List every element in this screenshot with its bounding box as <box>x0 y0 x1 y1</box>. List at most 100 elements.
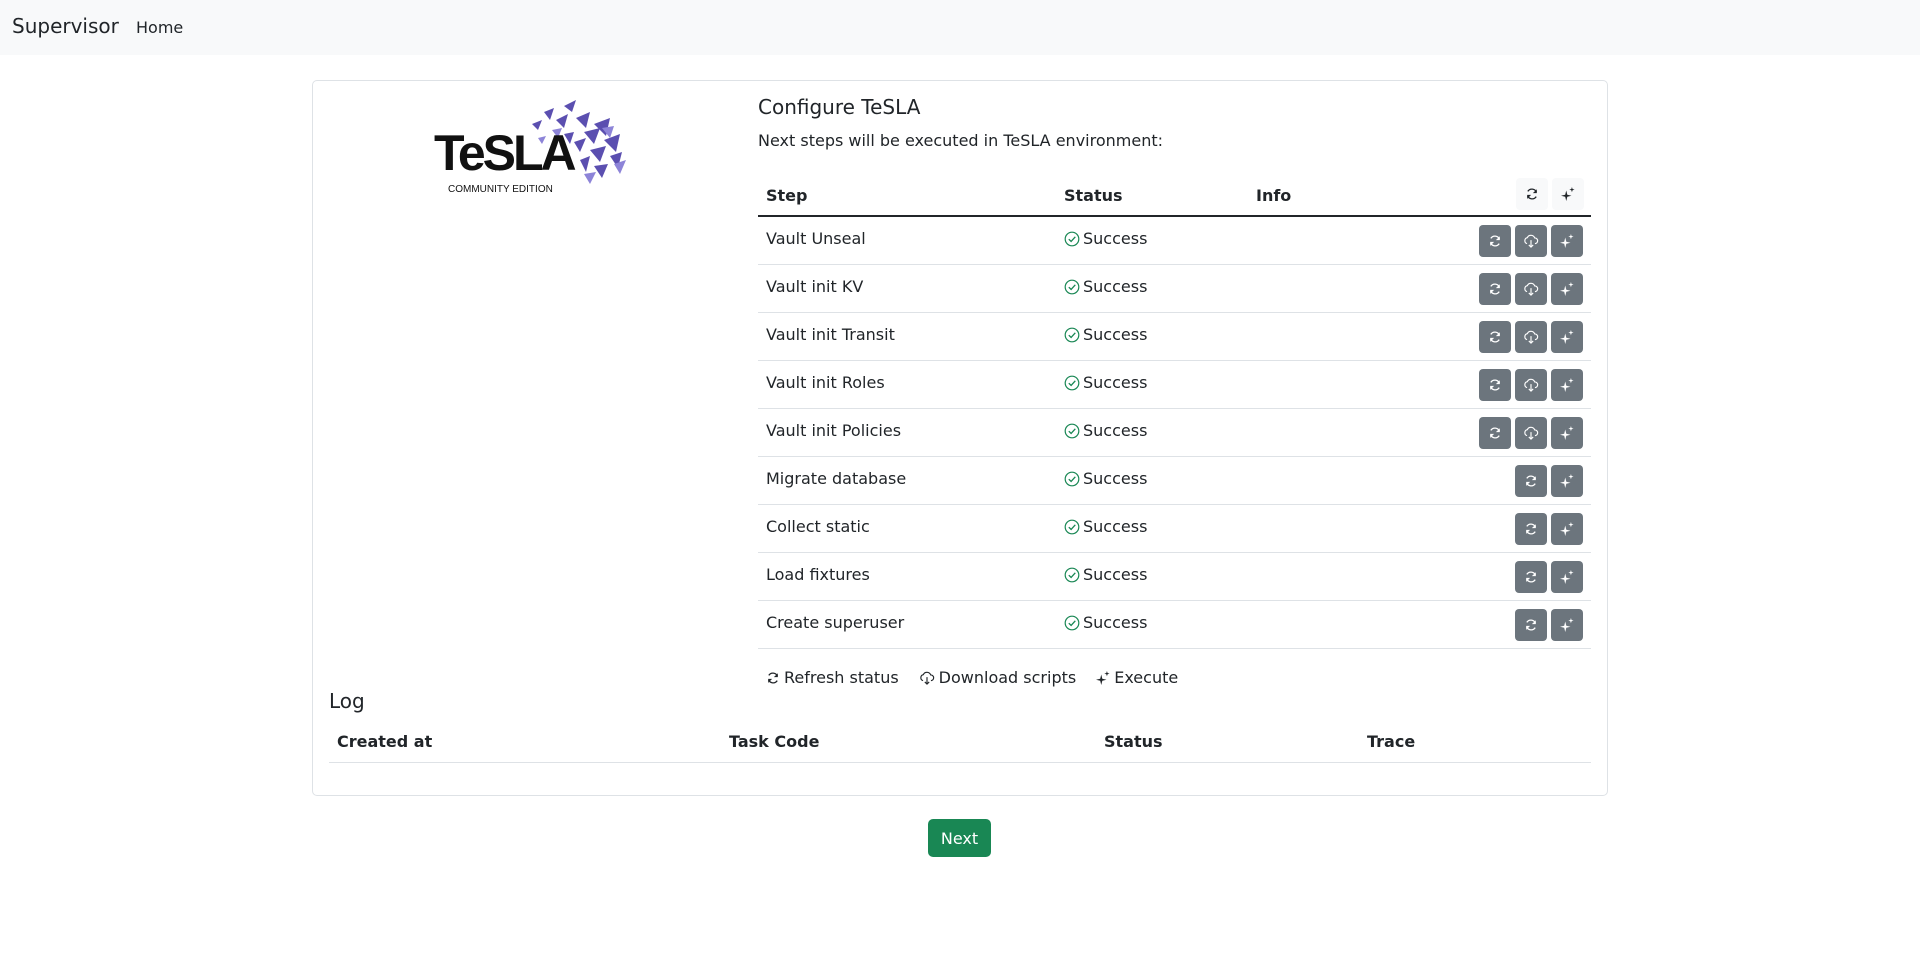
download-script-button[interactable] <box>1515 369 1547 401</box>
step-actions <box>1479 225 1583 257</box>
refresh-step-button[interactable] <box>1515 465 1547 497</box>
table-row: Vault init KV Success <box>758 265 1591 313</box>
refresh-step-button[interactable] <box>1479 273 1511 305</box>
refresh-step-button[interactable] <box>1479 417 1511 449</box>
sparkle-icon <box>1560 522 1574 536</box>
legend-download-label: Download scripts <box>938 668 1077 687</box>
steps-table-header: Step Status Info <box>758 174 1591 217</box>
legend-refresh-label: Refresh status <box>784 668 899 687</box>
check-circle-icon <box>1064 423 1080 438</box>
table-row: Vault init Policies Success <box>758 409 1591 457</box>
sparkle-icon <box>1560 282 1574 296</box>
execute-step-button[interactable] <box>1551 369 1583 401</box>
logo-text: TeSLA <box>434 125 576 181</box>
refresh-icon <box>1490 427 1500 439</box>
navbar-brand[interactable]: Supervisor <box>12 14 119 38</box>
log-table-header: Created at Task Code Status Trace <box>329 720 1591 763</box>
step-status-label: Success <box>1083 469 1148 488</box>
table-row: Load fixtures Success <box>758 553 1591 601</box>
execute-step-button[interactable] <box>1551 321 1583 353</box>
refresh-step-button[interactable] <box>1479 225 1511 257</box>
step-actions <box>1515 561 1583 593</box>
table-row: Create superuser Success <box>758 601 1591 649</box>
step-status-label: Success <box>1083 517 1148 536</box>
check-circle-icon <box>1064 615 1080 630</box>
refresh-step-button[interactable] <box>1479 321 1511 353</box>
step-status-label: Success <box>1083 277 1148 296</box>
table-row: Vault init Roles Success <box>758 361 1591 409</box>
check-circle-icon <box>1064 327 1080 342</box>
sparkle-icon <box>1560 426 1574 440</box>
sparkle-icon <box>1096 670 1110 685</box>
step-name: Vault init KV <box>766 277 864 296</box>
log-column-status: Status <box>1104 732 1163 751</box>
execute-step-button[interactable] <box>1551 417 1583 449</box>
step-status-label: Success <box>1083 613 1148 632</box>
check-circle-icon <box>1064 567 1080 582</box>
refresh-step-button[interactable] <box>1479 369 1511 401</box>
download-script-button[interactable] <box>1515 321 1547 353</box>
check-circle-icon <box>1064 471 1080 486</box>
logo-edition: COMMUNITY EDITION <box>448 184 553 195</box>
download-script-button[interactable] <box>1515 225 1547 257</box>
refresh-icon <box>768 672 778 683</box>
table-row: Migrate database Success <box>758 457 1591 505</box>
execute-step-button[interactable] <box>1551 513 1583 545</box>
execute-step-button[interactable] <box>1551 465 1583 497</box>
execute-step-button[interactable] <box>1551 225 1583 257</box>
refresh-icon <box>1490 283 1500 295</box>
step-status: Success <box>1064 325 1147 344</box>
refresh-icon <box>1526 523 1536 535</box>
legend-refresh: Refresh status <box>766 668 899 687</box>
sparkle-icon <box>1561 187 1575 201</box>
cloud-download-icon <box>1524 282 1539 296</box>
table-row: Collect static Success <box>758 505 1591 553</box>
execute-step-button[interactable] <box>1551 609 1583 641</box>
sparkle-icon <box>1560 330 1574 344</box>
execute-all-button[interactable] <box>1552 178 1584 210</box>
refresh-step-button[interactable] <box>1515 513 1547 545</box>
log-column-created-at: Created at <box>337 732 433 751</box>
download-script-button[interactable] <box>1515 417 1547 449</box>
cloud-download-icon <box>1524 234 1539 248</box>
step-name: Vault Unseal <box>766 229 866 248</box>
refresh-icon <box>1527 188 1537 200</box>
step-status: Success <box>1064 421 1147 440</box>
download-script-button[interactable] <box>1515 273 1547 305</box>
refresh-step-button[interactable] <box>1515 609 1547 641</box>
step-status: Success <box>1064 373 1147 392</box>
step-name: Vault init Policies <box>766 421 902 440</box>
step-status-label: Success <box>1083 421 1148 440</box>
refresh-icon <box>1490 331 1500 343</box>
step-name: Migrate database <box>766 469 907 488</box>
sparkle-icon <box>1560 474 1574 488</box>
check-circle-icon <box>1064 231 1080 246</box>
step-actions <box>1479 273 1583 305</box>
step-name: Collect static <box>766 517 870 536</box>
step-status-label: Success <box>1083 565 1148 584</box>
nav-link-home[interactable]: Home <box>136 18 183 37</box>
refresh-all-button[interactable] <box>1516 178 1548 210</box>
legend-execute: Execute <box>1096 668 1178 687</box>
cloud-download-icon <box>1524 426 1539 440</box>
log-column-trace: Trace <box>1367 732 1416 751</box>
column-info: Info <box>1256 186 1292 205</box>
sparkle-icon <box>1560 618 1574 632</box>
tesla-logo: TeSLA COMMUNITY EDITION <box>434 100 626 195</box>
table-row: Vault init Transit Success <box>758 313 1591 361</box>
step-status-label: Success <box>1083 229 1148 248</box>
check-circle-icon <box>1064 375 1080 390</box>
execute-step-button[interactable] <box>1551 561 1583 593</box>
refresh-step-button[interactable] <box>1515 561 1547 593</box>
legend-execute-label: Execute <box>1114 668 1179 687</box>
step-name: Vault init Roles <box>766 373 885 392</box>
legend-download: Download scripts <box>919 668 1077 687</box>
step-actions <box>1515 465 1583 497</box>
step-actions <box>1479 417 1583 449</box>
next-button[interactable]: Next <box>928 819 991 857</box>
table-row: Vault Unseal Success <box>758 217 1591 265</box>
log-title: Log <box>329 689 365 713</box>
step-name: Vault init Transit <box>766 325 895 344</box>
execute-step-button[interactable] <box>1551 273 1583 305</box>
column-status: Status <box>1064 186 1123 205</box>
